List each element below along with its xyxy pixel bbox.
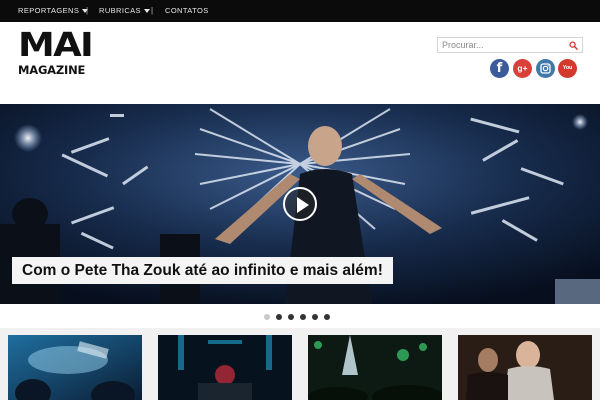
slider-dot[interactable] <box>276 314 282 320</box>
youtube-icon[interactable]: You Tube <box>558 59 577 90</box>
slider-dot[interactable] <box>312 314 318 320</box>
slider-dot[interactable] <box>324 314 330 320</box>
logo-magazine: MAGAZINE <box>18 63 86 77</box>
instagram-glyph <box>540 63 551 74</box>
thumbnail-image <box>458 335 592 400</box>
site-logo[interactable]: MAI MAGAZINE <box>18 28 94 77</box>
play-button[interactable] <box>283 187 317 221</box>
nav-item-rubricas[interactable]: RUBRICAS <box>99 0 150 22</box>
thumbnail-image <box>8 335 142 400</box>
nav-item-label: REPORTAGENS <box>18 6 80 15</box>
slider-dot[interactable] <box>300 314 306 320</box>
search-icon[interactable] <box>569 41 578 50</box>
search-box <box>437 37 583 53</box>
nav-item-contatos[interactable]: CONTATOS <box>165 0 209 22</box>
nav-item-label: CONTATOS <box>165 6 209 15</box>
slider-dot[interactable] <box>288 314 294 320</box>
nav-item-label: RUBRICAS <box>99 6 141 15</box>
nav-item-reportagens[interactable]: REPORTAGENS <box>18 0 89 22</box>
facebook-icon[interactable]: f <box>490 59 509 78</box>
logo-mai: MAI <box>18 25 94 64</box>
slide-caption[interactable]: Com o Pete Tha Zouk até ao infinito e ma… <box>12 257 393 284</box>
thumbnail-club-crowd[interactable] <box>8 335 142 400</box>
search-input[interactable] <box>442 39 564 51</box>
thumbnail-dj-stage[interactable] <box>158 335 292 400</box>
thumbnail-party-people[interactable] <box>458 335 592 400</box>
slider-dot[interactable] <box>264 314 270 320</box>
top-navigation-bar: REPORTAGENS | RUBRICAS | CONTATOS <box>0 0 600 22</box>
google-plus-icon[interactable]: g+ <box>513 59 532 78</box>
chevron-down-icon <box>143 9 150 14</box>
nav-separator: | <box>151 6 154 15</box>
nav-separator: | <box>86 6 89 15</box>
thumbnail-image <box>308 335 442 400</box>
thumbnail-festival-stage[interactable] <box>308 335 442 400</box>
instagram-icon[interactable] <box>536 59 555 78</box>
thumbnail-image <box>158 335 292 400</box>
